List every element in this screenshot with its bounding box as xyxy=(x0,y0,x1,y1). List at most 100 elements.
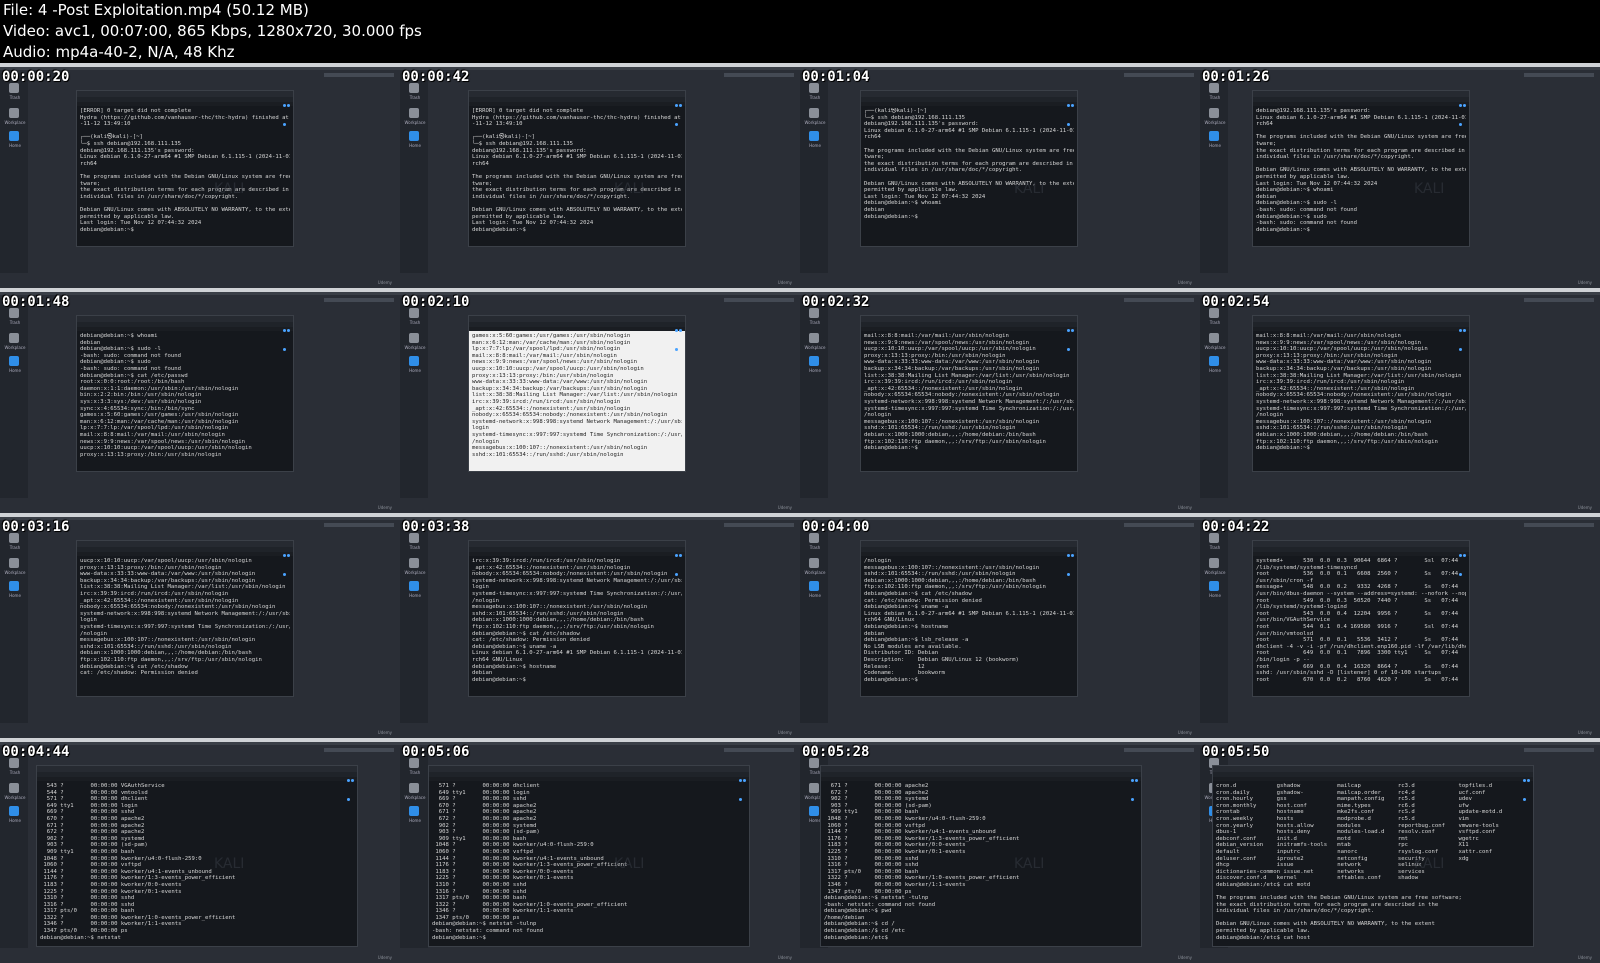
folder-icon[interactable] xyxy=(1209,108,1219,118)
terminal-window[interactable]: mail:x:8:8:mail:/var/mail:/usr/sbin/nolo… xyxy=(1252,315,1470,472)
terminal-window[interactable]: games:x:5:60:games:/usr/games:/usr/sbin/… xyxy=(468,315,686,472)
maximize-icon[interactable] xyxy=(679,329,682,332)
home-folder-icon[interactable] xyxy=(1209,356,1219,366)
maximize-icon[interactable] xyxy=(679,104,682,107)
window-controls[interactable] xyxy=(1458,92,1466,126)
maximize-icon[interactable] xyxy=(743,779,746,782)
video-frame-thumbnail[interactable]: 00:02:32 Trash Workplace Home mail:x:8:8:mai… xyxy=(800,288,1200,513)
minimize-icon[interactable] xyxy=(283,329,286,332)
window-controls[interactable] xyxy=(738,767,746,801)
maximize-icon[interactable] xyxy=(1463,554,1466,557)
window-controls[interactable] xyxy=(674,317,682,351)
window-controls[interactable] xyxy=(282,542,290,576)
home-folder-icon[interactable] xyxy=(409,581,419,591)
home-folder-icon[interactable] xyxy=(809,581,819,591)
minimize-icon[interactable] xyxy=(283,554,286,557)
terminal-output[interactable]: [ERROR] 0 target did not complete Hydra … xyxy=(472,108,682,244)
video-frame-thumbnail[interactable]: 00:05:06 Trash Workplace Home 571 ? 00:00:0… xyxy=(400,738,800,963)
window-controls[interactable] xyxy=(282,317,290,351)
minimize-icon[interactable] xyxy=(1459,554,1462,557)
minimize-icon[interactable] xyxy=(1067,329,1070,332)
folder-icon[interactable] xyxy=(9,558,19,568)
minimize-icon[interactable] xyxy=(675,104,678,107)
home-folder-icon[interactable] xyxy=(409,131,419,141)
home-folder-icon[interactable] xyxy=(409,806,419,816)
terminal-window[interactable]: 543 ? 00:00:00 VGAuthService 544 ? 00:00… xyxy=(36,765,358,947)
folder-icon[interactable] xyxy=(9,783,19,793)
maximize-icon[interactable] xyxy=(1463,104,1466,107)
home-folder-icon[interactable] xyxy=(809,356,819,366)
home-folder-icon[interactable] xyxy=(9,131,19,141)
maximize-icon[interactable] xyxy=(679,554,682,557)
minimize-icon[interactable] xyxy=(347,779,350,782)
terminal-output[interactable]: 543 ? 00:00:00 VGAuthService 544 ? 00:00… xyxy=(40,783,354,944)
terminal-output[interactable]: ┌──(kali㉿kali)-[~] └─$ ssh debian@192.16… xyxy=(864,108,1074,244)
minimize-icon[interactable] xyxy=(1459,329,1462,332)
terminal-output[interactable]: 571 ? 00:00:00 dhclient 649 tty1 00:00:0… xyxy=(432,783,746,944)
video-frame-thumbnail[interactable]: 00:00:42 Trash Workplace Home [ERROR] 0 targ… xyxy=(400,63,800,288)
terminal-window[interactable]: [ERROR] 0 target did not complete Hydra … xyxy=(76,90,294,247)
terminal-window[interactable]: [ERROR] 0 target did not complete Hydra … xyxy=(468,90,686,247)
folder-icon[interactable] xyxy=(9,108,19,118)
terminal-window[interactable]: /nologin messagebus:x:100:107::/nonexist… xyxy=(860,540,1078,697)
terminal-output[interactable]: /nologin messagebus:x:100:107::/nonexist… xyxy=(864,558,1074,694)
home-folder-icon[interactable] xyxy=(9,806,19,816)
terminal-window[interactable]: 671 ? 00:00:00 apache2 672 ? 00:00:00 ap… xyxy=(820,765,1142,947)
video-frame-thumbnail[interactable]: 00:01:26 Trash Workplace Home debian@192.168… xyxy=(1200,63,1600,288)
home-folder-icon[interactable] xyxy=(409,356,419,366)
terminal-window[interactable]: mail:x:8:8:mail:/var/mail:/usr/sbin/nolo… xyxy=(860,315,1078,472)
maximize-icon[interactable] xyxy=(1527,779,1530,782)
minimize-icon[interactable] xyxy=(1067,104,1070,107)
folder-icon[interactable] xyxy=(409,108,419,118)
home-folder-icon[interactable] xyxy=(809,131,819,141)
minimize-icon[interactable] xyxy=(1131,779,1134,782)
folder-icon[interactable] xyxy=(409,558,419,568)
minimize-icon[interactable] xyxy=(1067,554,1070,557)
window-controls[interactable] xyxy=(674,542,682,576)
minimize-icon[interactable] xyxy=(739,779,742,782)
window-controls[interactable] xyxy=(1066,542,1074,576)
video-frame-thumbnail[interactable]: 00:04:00 Trash Workplace Home/nologin messa… xyxy=(800,513,1200,738)
terminal-window[interactable]: systemd+ 530 0.0 0.3 90644 6864 ? Ssl 07… xyxy=(1252,540,1470,697)
window-controls[interactable] xyxy=(282,92,290,126)
video-frame-thumbnail[interactable]: 00:04:44 Trash Workplace Home 543 ? 00:00:0… xyxy=(0,738,400,963)
window-controls[interactable] xyxy=(1458,317,1466,351)
minimize-icon[interactable] xyxy=(675,329,678,332)
terminal-output[interactable]: mail:x:8:8:mail:/var/mail:/usr/sbin/nolo… xyxy=(1256,333,1466,469)
terminal-window[interactable]: irc:x:39:39:ircd:/run/ircd:/usr/sbin/nol… xyxy=(468,540,686,697)
terminal-window[interactable]: uucp:x:10:10:uucp:/var/spool/uucp:/usr/s… xyxy=(76,540,294,697)
maximize-icon[interactable] xyxy=(1135,779,1138,782)
window-controls[interactable] xyxy=(1522,767,1530,801)
terminal-output[interactable]: uucp:x:10:10:uucp:/var/spool/uucp:/usr/s… xyxy=(80,558,290,694)
folder-icon[interactable] xyxy=(1209,333,1219,343)
maximize-icon[interactable] xyxy=(287,554,290,557)
terminal-output[interactable]: debian@192.168.111.135's password: Linux… xyxy=(1256,108,1466,244)
maximize-icon[interactable] xyxy=(1071,329,1074,332)
window-controls[interactable] xyxy=(674,92,682,126)
terminal-output[interactable]: games:x:5:60:games:/usr/games:/usr/sbin/… xyxy=(472,333,682,469)
home-folder-icon[interactable] xyxy=(809,806,819,816)
window-controls[interactable] xyxy=(1458,542,1466,576)
folder-icon[interactable] xyxy=(809,558,819,568)
terminal-window[interactable]: 571 ? 00:00:00 dhclient 649 tty1 00:00:0… xyxy=(428,765,750,947)
home-folder-icon[interactable] xyxy=(1209,131,1219,141)
minimize-icon[interactable] xyxy=(1523,779,1526,782)
minimize-icon[interactable] xyxy=(283,104,286,107)
video-frame-thumbnail[interactable]: 00:03:16 Trash Workplace Home uucp:x:10:10:u… xyxy=(0,513,400,738)
video-frame-thumbnail[interactable]: 00:03:38 Trash Workplace Home irc:x:39:39:ir… xyxy=(400,513,800,738)
video-frame-thumbnail[interactable]: 00:01:04 Trash Workplace Home ┌──(kali㉿kali)… xyxy=(800,63,1200,288)
terminal-window[interactable]: cron.d gshadow mailcap rc3.d topfiles.d … xyxy=(1212,765,1534,947)
video-frame-thumbnail[interactable]: 00:05:28 Trash Workplace Home 671 ? 00:00:0… xyxy=(800,738,1200,963)
minimize-icon[interactable] xyxy=(1459,104,1462,107)
home-folder-icon[interactable] xyxy=(1209,581,1219,591)
home-folder-icon[interactable] xyxy=(9,581,19,591)
terminal-output[interactable]: cron.d gshadow mailcap rc3.d topfiles.d … xyxy=(1216,783,1530,944)
video-frame-thumbnail[interactable]: 00:05:50TrashWorkplaceHomecron.d gshadow… xyxy=(1200,738,1600,963)
folder-icon[interactable] xyxy=(409,783,419,793)
terminal-output[interactable]: systemd+ 530 0.0 0.3 90644 6864 ? Ssl 07… xyxy=(1256,558,1466,694)
maximize-icon[interactable] xyxy=(1071,554,1074,557)
minimize-icon[interactable] xyxy=(675,554,678,557)
folder-icon[interactable] xyxy=(809,783,819,793)
maximize-icon[interactable] xyxy=(351,779,354,782)
terminal-window[interactable]: ┌──(kali㉿kali)-[~] └─$ ssh debian@192.16… xyxy=(860,90,1078,247)
